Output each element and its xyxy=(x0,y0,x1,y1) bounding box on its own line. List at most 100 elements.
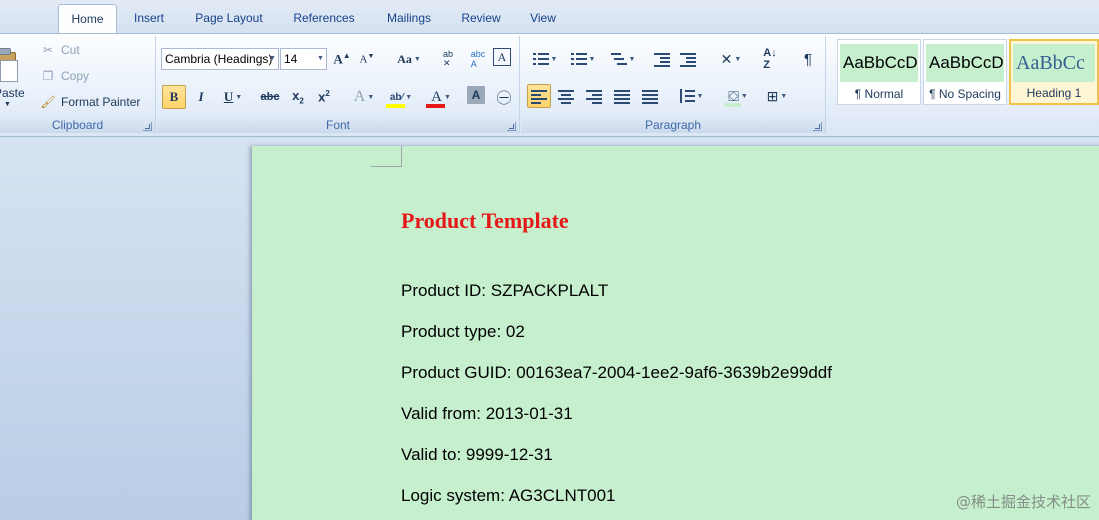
document-line-valid-to: Valid to: 9999-12-31 xyxy=(401,445,553,464)
document-line-product-type: Product type: 02 xyxy=(401,322,525,341)
text-effects-button[interactable]: A ▼ xyxy=(347,86,381,108)
decrease-indent-icon xyxy=(654,52,670,67)
tab-mailings[interactable]: Mailings xyxy=(375,8,443,33)
align-left-icon xyxy=(531,89,547,104)
style-heading-1[interactable]: AaBbCc Heading 1 xyxy=(1009,39,1099,105)
font-color-icon: A xyxy=(431,88,442,105)
cut-button[interactable]: ✂ Cut xyxy=(40,43,80,57)
style-normal[interactable]: AaBbCcDd ¶ Normal xyxy=(837,39,921,105)
subscript-icon: x2 xyxy=(292,88,304,106)
strikethrough-icon: abc xyxy=(260,91,280,103)
numbering-icon xyxy=(570,52,587,66)
numbering-button[interactable]: ▼ xyxy=(567,48,599,70)
align-left-button[interactable] xyxy=(527,84,551,108)
document-heading: Product Template xyxy=(401,208,569,233)
font-group-label: Font xyxy=(157,117,519,133)
multilevel-list-icon xyxy=(610,52,627,66)
bold-icon: B xyxy=(169,89,179,104)
sort-button[interactable]: A↓ Z xyxy=(759,47,781,71)
font-color-swatch xyxy=(426,104,445,108)
line-spacing-icon xyxy=(679,89,695,103)
chinese-layout-button[interactable]: ✕ ▼ xyxy=(715,48,747,70)
underline-icon: U xyxy=(223,89,234,104)
clipboard-group: Paste ▼ ✂ Cut ❐ Copy 🖌 Format Painter Cl… xyxy=(0,36,156,134)
multilevel-list-button[interactable]: ▼ xyxy=(607,48,639,70)
chevron-down-icon: ▼ xyxy=(413,55,421,63)
chevron-down-icon: ▼ xyxy=(317,55,324,62)
highlight-color-swatch xyxy=(386,104,405,108)
shading-button[interactable]: ⛋ ▼ xyxy=(721,83,755,109)
paint-bucket-icon: ⛋ xyxy=(728,87,739,104)
underline-button[interactable]: U ▼ xyxy=(217,86,249,108)
align-center-button[interactable] xyxy=(555,85,577,107)
align-right-button[interactable] xyxy=(583,85,605,107)
font-family-combo[interactable]: Cambria (Headings) ▼ xyxy=(161,48,279,70)
justify-button[interactable] xyxy=(611,85,633,107)
enclose-characters-icon: ㊀ xyxy=(496,89,512,107)
tab-page-layout[interactable]: Page Layout xyxy=(184,8,274,33)
paragraph-group: ▼ ▼ ▼ ✕ ▼ A↓ Z ¶ ▼ ⛋ ▼ ⊞ ▼ Paragraph xyxy=(521,36,826,134)
chevron-down-icon: ▼ xyxy=(4,101,11,108)
strikethrough-button[interactable]: abc xyxy=(257,86,283,108)
paste-button[interactable]: Paste ▼ xyxy=(0,40,30,112)
character-shading-icon: A xyxy=(471,88,481,102)
grow-font-button[interactable]: A▲ xyxy=(331,48,353,70)
grow-font-icon: A▲ xyxy=(333,50,351,67)
sort-icon: A↓ Z xyxy=(763,47,777,71)
phonetic-guide-button[interactable]: abc A xyxy=(467,48,489,70)
superscript-button[interactable]: x2 xyxy=(313,86,335,108)
styles-gallery: AaBbCcDd ¶ Normal AaBbCcDd ¶ No Spacing … xyxy=(833,39,1099,107)
character-shading-button[interactable]: A xyxy=(467,86,485,104)
ribbon: Paste ▼ ✂ Cut ❐ Copy 🖌 Format Painter Cl… xyxy=(0,33,1099,137)
character-border-button[interactable]: A xyxy=(493,48,511,66)
change-case-button[interactable]: Aa ▼ xyxy=(393,48,425,70)
chevron-down-icon: ▼ xyxy=(588,55,596,63)
chevron-down-icon: ▼ xyxy=(235,93,243,101)
font-size-combo[interactable]: 14 ▼ xyxy=(280,48,327,70)
watermark: @稀土掘金技术社区 xyxy=(955,493,1091,511)
align-center-icon xyxy=(558,89,574,104)
tab-insert[interactable]: Insert xyxy=(122,8,176,33)
clear-formatting-button[interactable]: ab ✕ xyxy=(437,48,459,70)
italic-button[interactable]: I xyxy=(190,86,212,108)
font-color-button[interactable]: A ▼ xyxy=(423,84,459,110)
style-heading-1-sample: AaBbCc xyxy=(1013,44,1095,82)
font-size-value: 14 xyxy=(284,52,298,66)
tab-references[interactable]: References xyxy=(282,8,366,33)
style-no-spacing[interactable]: AaBbCcDd ¶ No Spacing xyxy=(923,39,1007,105)
paragraph-dialog-launcher-icon[interactable] xyxy=(813,122,822,131)
style-no-spacing-sample: AaBbCcDd xyxy=(926,44,1004,82)
show-formatting-marks-button[interactable]: ¶ xyxy=(797,48,819,70)
line-spacing-button[interactable]: ▼ xyxy=(675,85,707,107)
clear-formatting-icon: ab ✕ xyxy=(442,49,453,68)
tab-home[interactable]: Home xyxy=(58,4,117,34)
style-no-spacing-label: ¶ No Spacing xyxy=(929,87,1001,101)
highlighter-icon: ab⁄ xyxy=(389,91,404,103)
document-line-logic-system: Logic system: AG3CLNT001 xyxy=(401,486,616,505)
tab-review[interactable]: Review xyxy=(452,8,510,33)
enclose-characters-button[interactable]: ㊀ xyxy=(493,86,515,108)
document-page[interactable] xyxy=(252,146,1099,520)
distributed-icon xyxy=(642,89,658,104)
align-right-icon xyxy=(586,89,602,104)
scissors-icon: ✂ xyxy=(42,43,54,57)
tab-view[interactable]: View xyxy=(519,8,567,33)
shrink-font-button[interactable]: A▼ xyxy=(356,48,378,70)
format-painter-button[interactable]: 🖌 Format Painter xyxy=(40,95,140,109)
borders-icon: ⊞ xyxy=(766,87,779,104)
decrease-indent-button[interactable] xyxy=(651,48,673,70)
highlight-color-button[interactable]: ab⁄ ▼ xyxy=(383,84,419,110)
bold-button[interactable]: B xyxy=(162,85,186,109)
font-dialog-launcher-icon[interactable] xyxy=(507,122,516,131)
increase-indent-button[interactable] xyxy=(677,48,699,70)
copy-button[interactable]: ❐ Copy xyxy=(40,69,89,83)
shrink-font-icon: A▼ xyxy=(359,52,375,66)
bullets-button[interactable]: ▼ xyxy=(529,48,561,70)
subscript-button[interactable]: x2 xyxy=(287,86,309,108)
clipboard-dialog-launcher-icon[interactable] xyxy=(143,122,152,131)
borders-button[interactable]: ⊞ ▼ xyxy=(761,85,793,107)
chevron-down-icon: ▼ xyxy=(443,93,451,101)
chevron-down-icon: ▼ xyxy=(628,55,636,63)
chevron-down-icon: ▼ xyxy=(367,93,375,101)
distributed-button[interactable] xyxy=(639,85,661,107)
